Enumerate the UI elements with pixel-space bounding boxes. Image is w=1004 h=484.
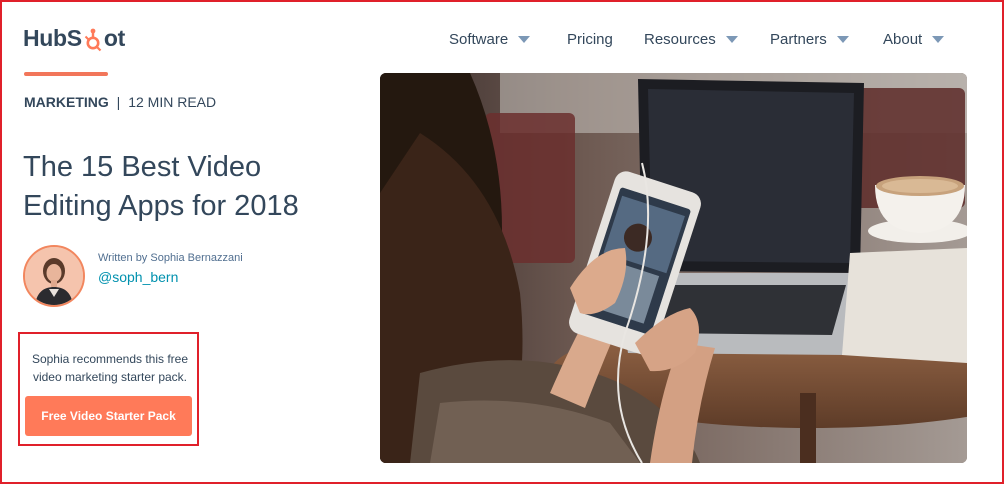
- accent-bar: [24, 72, 108, 76]
- caret-down-icon: [725, 35, 738, 43]
- nav-label: Resources: [644, 30, 716, 48]
- nav-item-partners[interactable]: Partners: [770, 28, 849, 50]
- nav-item-pricing[interactable]: Pricing: [567, 28, 613, 50]
- page-title: The 15 Best Video Editing Apps for 2018: [23, 151, 299, 222]
- nav-label: About: [883, 30, 923, 48]
- promo-box: Sophia recommends this free video market…: [18, 332, 199, 446]
- category-link[interactable]: MARKETING: [24, 94, 109, 110]
- hubspot-logo[interactable]: HubS ot: [23, 23, 125, 53]
- nav-label: Software: [449, 30, 509, 48]
- nav-label: Pricing: [567, 30, 613, 48]
- nav-label: Partners: [770, 30, 827, 48]
- article-category: MARKETING | 12 MIN READ: [24, 94, 216, 110]
- nav-item-about[interactable]: About: [883, 28, 945, 50]
- category-separator: |: [116, 94, 121, 110]
- caret-down-icon: [518, 35, 531, 43]
- logo-text-left: HubS: [23, 24, 82, 51]
- logo-text-right: ot: [103, 24, 125, 51]
- caret-down-icon: [932, 35, 945, 43]
- nav-item-resources[interactable]: Resources: [644, 28, 738, 50]
- promo-text: Sophia recommends this free video market…: [31, 352, 189, 384]
- read-time: 12 MIN READ: [128, 94, 217, 110]
- author-handle-link[interactable]: @soph_bern: [98, 269, 178, 285]
- free-video-starter-pack-button[interactable]: Free Video Starter Pack: [25, 396, 192, 436]
- sprocket-icon: [83, 28, 103, 52]
- nav-item-software[interactable]: Software: [449, 28, 531, 50]
- caret-down-icon: [836, 35, 849, 43]
- author-avatar[interactable]: [23, 245, 85, 307]
- hero-image: [380, 73, 967, 463]
- author-byline: Written by Sophia Bernazzani: [98, 252, 243, 264]
